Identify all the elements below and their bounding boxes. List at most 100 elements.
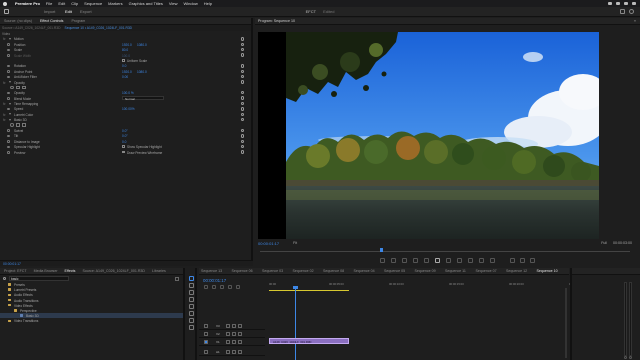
property-value[interactable]: 0.0° [122, 134, 128, 138]
tab-media-browser[interactable]: Media Browser [34, 269, 58, 273]
sequence-tab[interactable]: Sequence 05 [382, 269, 413, 273]
menu-app-name[interactable]: Premiere Pro [15, 1, 40, 6]
step-back-icon[interactable] [424, 258, 429, 263]
property-value[interactable]: 1920.0 [122, 43, 132, 47]
effect-controls-timecode[interactable]: 00:00:01:17 [0, 260, 253, 266]
new-bin-icon[interactable] [175, 276, 179, 281]
stopwatch-icon[interactable] [7, 53, 10, 57]
video-clip[interactable]: A149_C026_1024LF_001.R3D [269, 338, 349, 345]
toggle-output-icon[interactable] [238, 324, 242, 328]
sync-lock-icon[interactable] [232, 324, 236, 328]
disclosure-triangle-icon[interactable] [9, 37, 11, 40]
menu-sequence[interactable]: Sequence [84, 1, 102, 6]
sequence-tab[interactable]: Sequence 13 [199, 269, 230, 273]
reset-parameter-icon[interactable] [241, 128, 245, 133]
program-scrubber[interactable] [260, 248, 630, 254]
sequence-tab[interactable]: Sequence 03 [260, 269, 291, 273]
reset-parameter-icon[interactable] [241, 101, 245, 106]
reset-parameter-icon[interactable] [241, 96, 245, 100]
stopwatch-icon[interactable] [7, 129, 10, 133]
disclosure-triangle-icon[interactable] [9, 102, 11, 105]
menu-clip[interactable]: Clip [71, 1, 78, 6]
timeline-settings-icon[interactable] [236, 285, 240, 289]
go-to-in-icon[interactable] [413, 258, 418, 263]
tab-libraries[interactable]: Libraries [152, 269, 166, 273]
reset-parameter-icon[interactable] [241, 64, 245, 68]
tab-source-clip[interactable]: Source: A149_C026_1024LF_001.R3D [82, 269, 145, 273]
tab-project[interactable]: Project: EFCT [4, 269, 27, 273]
stopwatch-icon[interactable] [7, 107, 10, 111]
toggle-output-icon[interactable] [238, 350, 242, 354]
menu-graphics[interactable]: Graphics and Titles [129, 1, 163, 6]
mode-export[interactable]: Export [80, 9, 92, 14]
ripple-edit-tool-icon[interactable] [188, 290, 194, 295]
extract-icon[interactable] [479, 258, 484, 263]
reset-parameter-icon[interactable] [241, 112, 245, 117]
sequence-tab[interactable]: Sequence 10 [535, 269, 566, 273]
selection-tool-icon[interactable] [188, 276, 194, 281]
fx-toggle-icon[interactable]: fx [3, 37, 5, 41]
sequence-tab[interactable]: Sequence 12 [504, 269, 535, 273]
lock-icon[interactable] [226, 332, 230, 336]
solo-left-icon[interactable] [624, 356, 627, 359]
stopwatch-icon[interactable] [7, 75, 10, 79]
tab-source[interactable]: Source: (no clips) [4, 19, 32, 23]
fit-dropdown[interactable]: Fit [293, 241, 297, 245]
source-patch-icon[interactable] [204, 324, 208, 328]
disclosure-triangle-icon[interactable] [9, 118, 11, 121]
toggle-output-icon[interactable] [238, 340, 242, 344]
disclosure-triangle-icon[interactable] [9, 81, 11, 84]
step-forward-icon[interactable] [446, 258, 451, 263]
property-value-y[interactable]: 1080.0 [137, 43, 147, 47]
menu-help[interactable]: Help [204, 1, 212, 6]
checkbox[interactable] [122, 150, 125, 154]
home-icon[interactable] [4, 9, 9, 14]
property-value-y[interactable]: 1080.0 [137, 70, 147, 74]
search-icon[interactable] [624, 2, 628, 5]
play-icon[interactable] [435, 258, 440, 263]
time-ruler[interactable]: 00:00 00:00:05:00 00:00:10:00 00:00:15:00 00… [269, 278, 584, 292]
sequence-tab[interactable]: Sequence 02 [291, 269, 322, 273]
panel-menu-icon[interactable]: ≡ [634, 19, 636, 23]
source-patch-icon[interactable] [204, 350, 208, 354]
reset-parameter-icon[interactable] [241, 42, 245, 46]
checkbox[interactable] [122, 59, 125, 62]
menu-view[interactable]: View [169, 1, 178, 6]
go-to-out-icon[interactable] [457, 258, 462, 263]
stopwatch-icon[interactable] [7, 91, 10, 95]
reset-parameter-icon[interactable] [241, 47, 245, 52]
settings-icon[interactable] [520, 258, 525, 263]
pen-tool-icon[interactable] [188, 311, 194, 316]
reset-parameter-icon[interactable] [241, 139, 245, 143]
sequence-tab[interactable]: Sequence 09 [413, 269, 444, 273]
reset-parameter-icon[interactable] [241, 107, 245, 111]
sync-lock-icon[interactable] [232, 332, 236, 336]
rect-mask-icon[interactable] [16, 85, 20, 90]
program-title[interactable]: Program: Sequence 10 [258, 19, 295, 23]
property-value[interactable]: 100.0 % [122, 91, 134, 95]
sequence-tab[interactable]: Sequence 04 [352, 269, 383, 273]
lift-icon[interactable] [468, 258, 473, 263]
fx-toggle-icon[interactable]: fx [3, 118, 5, 122]
toggle-output-icon[interactable] [238, 332, 242, 336]
pen-mask-icon[interactable] [22, 85, 26, 90]
work-area-bar[interactable] [269, 290, 349, 292]
program-video-frame[interactable] [258, 32, 599, 239]
blend-mode-dropdown[interactable]: Normal [122, 96, 164, 101]
add-marker-icon[interactable] [380, 258, 385, 263]
property-value[interactable]: 100.00% [122, 107, 135, 111]
quality-dropdown[interactable]: Full [601, 241, 607, 245]
tab-effects[interactable]: Effects [65, 269, 76, 273]
stopwatch-icon[interactable] [7, 150, 10, 154]
disclosure-triangle-icon[interactable] [9, 113, 11, 116]
sequence-tab[interactable]: Sequence 11 [443, 269, 474, 273]
program-timecode[interactable]: 00:00:01:17 [258, 241, 279, 246]
reset-parameter-icon[interactable] [241, 74, 245, 79]
stopwatch-icon[interactable] [7, 97, 10, 100]
playhead-handle[interactable] [293, 286, 298, 289]
razor-tool-icon[interactable] [188, 297, 194, 302]
menu-edit[interactable]: Edit [58, 1, 65, 6]
playhead-line[interactable] [295, 287, 296, 360]
workspaces-icon[interactable] [620, 9, 625, 14]
reset-parameter-icon[interactable] [241, 69, 245, 73]
